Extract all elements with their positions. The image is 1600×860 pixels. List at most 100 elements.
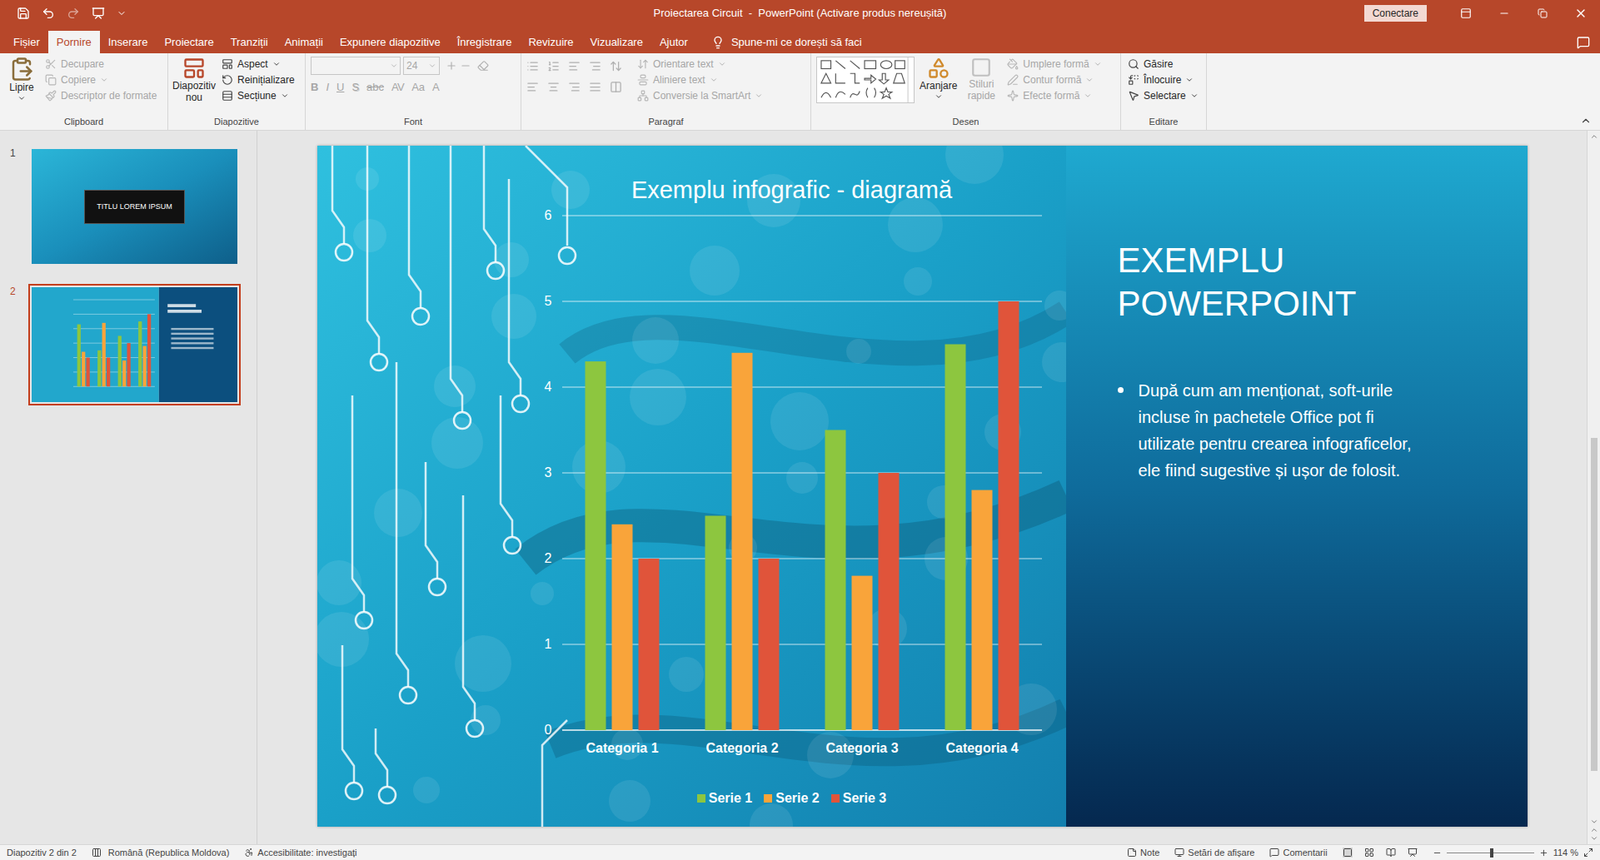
reading-view-icon[interactable] [1385, 847, 1396, 858]
font-format-button[interactable]: abc [366, 79, 384, 95]
zoom-level[interactable]: 114 % [1553, 846, 1579, 860]
ribbon-tab[interactable]: Expunere diapozitive [331, 30, 449, 54]
chart-bar[interactable] [877, 473, 899, 731]
fit-to-window-icon[interactable] [1583, 847, 1594, 858]
chart-bar[interactable] [944, 344, 966, 732]
slide-thumbnail[interactable]: 1TITLU LOREM IPSUM [0, 145, 257, 268]
columns-icon[interactable] [609, 80, 623, 94]
font-format-button[interactable]: U [336, 79, 344, 95]
font-format-button[interactable]: A [432, 79, 440, 95]
slides-item[interactable]: Secțiune [219, 88, 297, 104]
sign-in-button[interactable]: Conectare [1364, 4, 1427, 22]
accessibility-status[interactable]: Accesibilitate: investigați [244, 846, 357, 860]
display-settings-button[interactable]: Setări de afișare [1174, 846, 1255, 860]
decrease-indent-icon[interactable] [568, 59, 581, 73]
paragraph-item[interactable]: Conversie la SmartArt [635, 88, 765, 104]
ribbon-tab[interactable]: Ajutor [651, 30, 697, 54]
redo-icon[interactable] [66, 6, 80, 20]
language[interactable]: Română (Republica Moldova) [108, 846, 230, 860]
font-size-field[interactable]: 24 [403, 56, 440, 75]
chart-bar[interactable] [584, 361, 606, 731]
font-format-button[interactable]: I [325, 79, 329, 95]
align-left-icon[interactable] [526, 80, 539, 94]
zoom-in-icon[interactable] [1539, 848, 1549, 858]
font-name-field[interactable] [310, 56, 401, 75]
font-format-button[interactable]: S [351, 79, 359, 95]
collapse-ribbon-icon[interactable] [1580, 114, 1592, 127]
bullets-icon[interactable] [526, 59, 539, 73]
chart-bar[interactable] [971, 490, 992, 731]
vertical-scrollbar[interactable] [1586, 130, 1600, 845]
numbering-icon[interactable] [547, 59, 560, 73]
ribbon-tab[interactable]: Inserare [99, 30, 157, 54]
slide-thumbnail[interactable]: 2 [0, 284, 257, 406]
slideshow-icon[interactable] [1407, 847, 1418, 858]
chart-bar[interactable] [824, 430, 846, 732]
line-spacing-icon[interactable] [609, 59, 623, 73]
editing-item[interactable]: Înlocuire [1126, 72, 1201, 88]
shapes-gallery-icon[interactable] [816, 56, 915, 104]
paragraph-item[interactable]: Aliniere text [635, 72, 765, 88]
font-format-button[interactable]: B [310, 79, 319, 95]
quick-styles-button[interactable]: Stiluri rapide [961, 56, 1001, 102]
new-slide-button[interactable]: Diapozitiv nou [173, 56, 215, 104]
minimize-button[interactable] [1485, 7, 1524, 20]
editing-item[interactable]: Selectare [1126, 88, 1201, 104]
drawing-item[interactable]: Umplere formă [1005, 56, 1103, 72]
comments-button[interactable]: Comentarii [1269, 846, 1327, 860]
drawing-item[interactable]: Efecte formă [1005, 88, 1103, 104]
align-center-icon[interactable] [547, 80, 560, 94]
paste-button[interactable]: Lipire [4, 56, 39, 103]
zoom-out-icon[interactable] [1432, 848, 1442, 858]
scroll-down-icon[interactable] [1590, 817, 1599, 827]
shrink-font-icon[interactable] [459, 59, 472, 72]
chart-bar[interactable] [638, 558, 659, 731]
font-format-button[interactable]: AV [391, 79, 404, 95]
clear-formatting-icon[interactable] [477, 59, 489, 72]
undo-icon[interactable] [41, 6, 55, 20]
scroll-thumb[interactable] [1590, 438, 1598, 772]
restore-button[interactable] [1523, 8, 1562, 19]
chart-bar[interactable] [731, 353, 753, 731]
spell-check-icon[interactable] [91, 847, 102, 858]
grow-font-icon[interactable] [445, 59, 458, 72]
align-right-icon[interactable] [568, 80, 581, 94]
zoom-slider[interactable] [1446, 852, 1535, 854]
scroll-up-icon[interactable] [1590, 132, 1599, 141]
drawing-item[interactable]: Contur formă [1005, 72, 1103, 88]
slide-sorter-icon[interactable] [1364, 847, 1375, 858]
customize-toolbar-icon[interactable] [116, 8, 127, 19]
font-format-button[interactable]: Aa [411, 79, 425, 95]
next-slide-icon[interactable] [1590, 834, 1599, 843]
notes-button[interactable]: Note [1126, 846, 1160, 860]
tell-me-box[interactable]: Spune-mi ce dorești să faci [711, 30, 863, 54]
ribbon-tab[interactable]: Revizuire [519, 30, 582, 54]
slide[interactable]: Exemplu infografic - diagramă0123456Cate… [317, 145, 1528, 828]
ribbon-tab[interactable]: Pornire [48, 30, 100, 54]
comments-icon[interactable] [1576, 35, 1591, 50]
save-icon[interactable] [16, 6, 30, 20]
chart-bar[interactable] [611, 524, 633, 731]
editing-item[interactable]: Găsire [1126, 56, 1201, 72]
ribbon-display-options[interactable] [1446, 7, 1486, 20]
slides-item[interactable]: Reinițializare [219, 72, 297, 88]
ribbon-tab[interactable]: Fișier [4, 30, 49, 54]
ribbon-tab[interactable]: Tranziții [222, 30, 277, 54]
close-button[interactable] [1561, 6, 1600, 20]
previous-slide-icon[interactable] [1590, 826, 1599, 835]
clipboard-item[interactable]: Copiere [43, 72, 159, 88]
clipboard-item[interactable]: Descriptor de formate [43, 88, 159, 104]
ribbon-tab[interactable]: Înregistrare [448, 30, 521, 54]
arrange-button[interactable]: Aranjare [919, 56, 958, 101]
chart-bar[interactable] [851, 576, 873, 731]
clipboard-item[interactable]: Decupare [43, 56, 159, 72]
ribbon-tab[interactable]: Animații [276, 30, 332, 54]
chart-bar[interactable] [997, 301, 1019, 731]
paragraph-item[interactable]: Orientare text [635, 56, 765, 72]
increase-indent-icon[interactable] [588, 59, 602, 73]
ribbon-tab[interactable]: Vizualizare [582, 30, 652, 54]
justify-icon[interactable] [588, 80, 602, 94]
zoom-slider-thumb[interactable] [1490, 848, 1494, 858]
slides-item[interactable]: Aspect [219, 56, 297, 72]
ribbon-tab[interactable]: Proiectare [155, 30, 222, 54]
